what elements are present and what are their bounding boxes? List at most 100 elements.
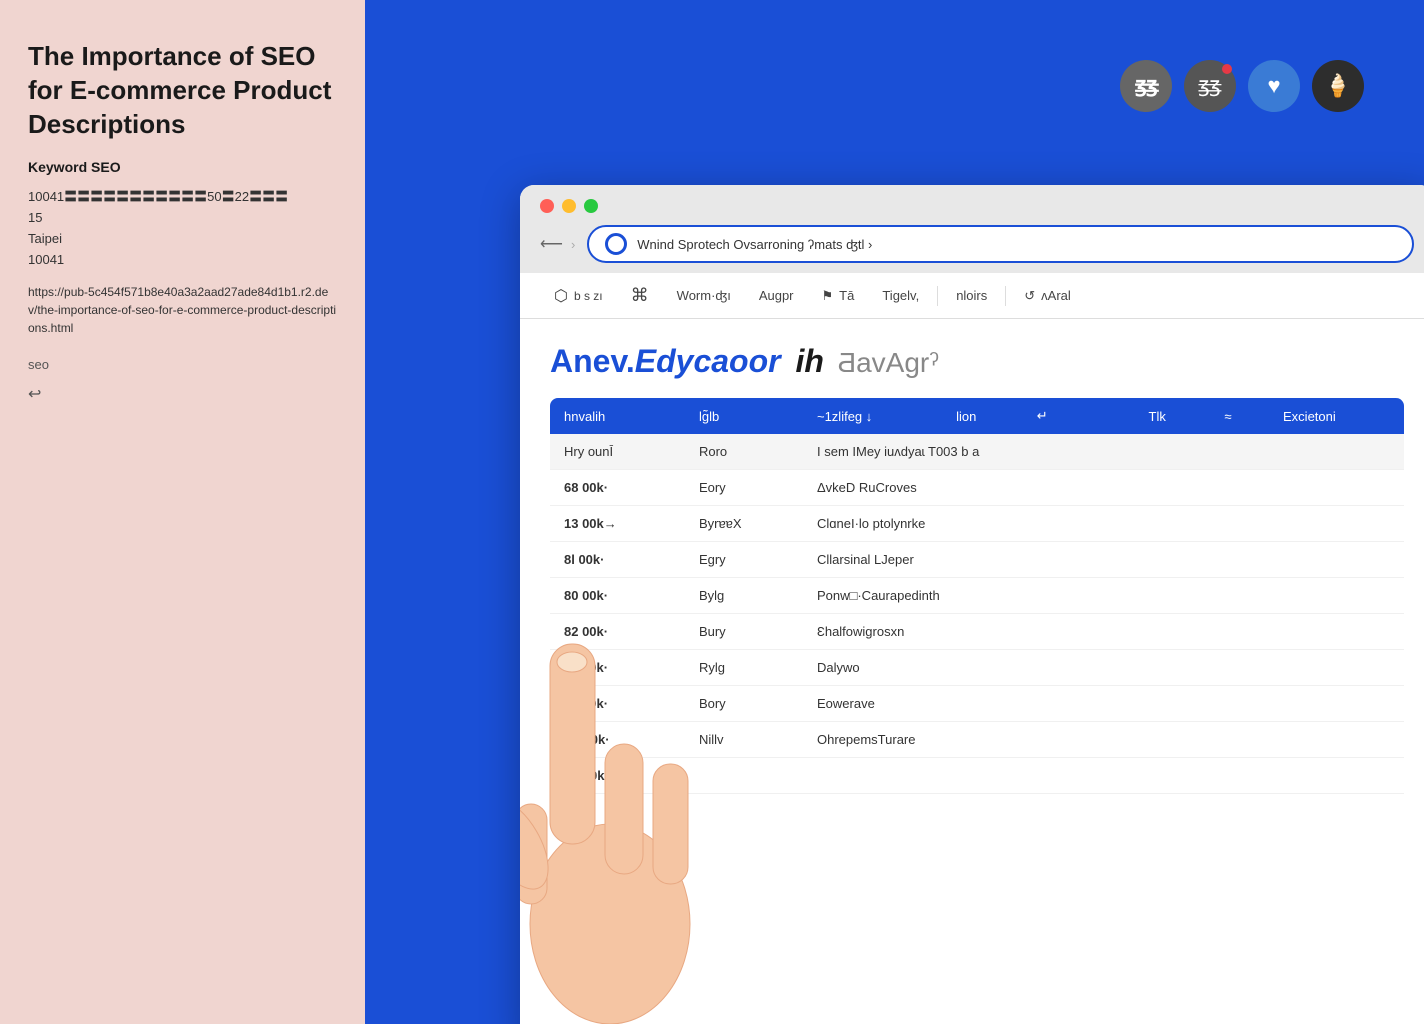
table-row: 32 00k· Bory Eowerave bbox=[550, 686, 1404, 722]
nav-aral-icon: ↺ bbox=[1024, 288, 1035, 304]
share-icon: ⌘ bbox=[631, 285, 649, 306]
cell-col2-5: Bury bbox=[685, 614, 803, 650]
browser-toolbar: ⟵ › Wnind Sprotech Ovsarroning ʔmats ʤtl… bbox=[540, 225, 1414, 273]
th-blank bbox=[1088, 398, 1135, 434]
cell-col3-9 bbox=[803, 758, 1404, 794]
nav-logo-label: b s zı bbox=[574, 289, 603, 303]
cell-volume-6: 17 00k· bbox=[550, 650, 685, 686]
browser-nav-icons: ⟵ › bbox=[540, 234, 575, 254]
deco-icon-1: 🜓 bbox=[1120, 60, 1172, 112]
subheader-hry: Hry ounĪ bbox=[550, 434, 685, 470]
browser-nav-tabs: ⬡ b s zı ⌘ Worm·ʤı Augpr ⚑ Tā Tigelv, nl… bbox=[520, 273, 1424, 319]
main-area: 🜓 🜓 ♥ 🍦 ⟵ › Wnind Sprotech Ovsarroning ʔ… bbox=[365, 0, 1424, 1024]
cell-col3-7: Eowerave bbox=[803, 686, 1404, 722]
cell-col3-5: Ɛhalfowigrosxn bbox=[803, 614, 1404, 650]
traffic-light-red[interactable] bbox=[540, 199, 554, 213]
cell-col2-2: ByrɐɐX bbox=[685, 506, 803, 542]
cell-col2-7: Bory bbox=[685, 686, 803, 722]
nav-worm-label: Worm·ʤı bbox=[677, 288, 731, 303]
deco-icon-2: 🜓 bbox=[1184, 60, 1236, 112]
sidebar-back-icon: ↩ bbox=[28, 384, 337, 404]
cell-volume-7: 32 00k· bbox=[550, 686, 685, 722]
nav-item-tigelv[interactable]: Tigelv, bbox=[868, 276, 933, 315]
address-bar[interactable]: Wnind Sprotech Ovsarroning ʔmats ʤtl › bbox=[587, 225, 1414, 263]
cell-volume-3: 8l 00k· bbox=[550, 542, 685, 578]
cell-col3-1: ΔvkeD RuCroves bbox=[803, 470, 1404, 506]
top-decoration-icons: 🜓 🜓 ♥ 🍦 bbox=[1120, 60, 1364, 112]
cell-col2-4: Bylɡ bbox=[685, 578, 803, 614]
content-heading: Anev.Edycaoor ih ƋavAɡrˀ bbox=[550, 343, 1404, 380]
heading-part2: ih bbox=[787, 343, 824, 380]
cell-volume-1: 68 00k· bbox=[550, 470, 685, 506]
address-text: Wnind Sprotech Ovsarroning ʔmats ʤtl › bbox=[637, 237, 1396, 252]
nav-tigelv-label: Tigelv, bbox=[882, 288, 919, 303]
th-enter: ↵ bbox=[1023, 398, 1088, 434]
cell-col3-4: Ponw□·Caurapedinth bbox=[803, 578, 1404, 614]
table-row: 17 00k· Rylɡ Dalywo bbox=[550, 650, 1404, 686]
deco-icon-4: 🍦 bbox=[1312, 60, 1364, 112]
nav-logo-icon: ⬡ bbox=[554, 286, 568, 306]
traffic-light-yellow[interactable] bbox=[562, 199, 576, 213]
nav-item-worm[interactable]: Worm·ʤı bbox=[663, 276, 745, 315]
nav-item-augpr[interactable]: Augpr bbox=[745, 276, 808, 315]
sidebar-keyword: Keyword SEO bbox=[28, 159, 337, 175]
browser-window: ⟵ › Wnind Sprotech Ovsarroning ʔmats ʤtl… bbox=[520, 185, 1424, 1024]
traffic-light-green[interactable] bbox=[584, 199, 598, 213]
table-row: 80 00k· Bylɡ Ponw□·Caurapedinth bbox=[550, 578, 1404, 614]
cell-col2-8: Nillv bbox=[685, 722, 803, 758]
nav-item-aral[interactable]: ↺ ʌAral bbox=[1010, 276, 1085, 316]
table-body: Hry ounĪ Roro I sem IMey iuʌdyaɩ T003 b … bbox=[550, 434, 1404, 794]
th-excietoni: Excietoni bbox=[1269, 398, 1404, 434]
sidebar-title: The Importance of SEO for E-commerce Pro… bbox=[28, 40, 337, 141]
nav-item-nloirs[interactable]: nloirs bbox=[942, 276, 1001, 315]
table-row: 13 00k→ ByrɐɐX ClɑneI·lo ptolynrke bbox=[550, 506, 1404, 542]
cell-col3-6: Dalywo bbox=[803, 650, 1404, 686]
nav-ta-label: Tā bbox=[839, 288, 854, 303]
nav-item-logo[interactable]: ⬡ b s zı bbox=[540, 274, 617, 318]
address-circle-icon bbox=[605, 233, 627, 255]
table-row: 82 00k· Bury Ɛhalfowigrosxn bbox=[550, 614, 1404, 650]
nav-separator-1 bbox=[937, 286, 938, 306]
table-row: 8F 00k· bbox=[550, 758, 1404, 794]
cell-volume-2: 13 00k→ bbox=[550, 506, 685, 542]
th-hnvalih: hnvalih bbox=[550, 398, 685, 434]
table-header-row: hnvalih lɡ̃lb ~1zlifeg ↓ lion ↵ Tlk ≈ Ex… bbox=[550, 398, 1404, 434]
sidebar: The Importance of SEO for E-commerce Pro… bbox=[0, 0, 365, 1024]
sidebar-tag: seo bbox=[28, 357, 337, 372]
browser-content: Anev.Edycaoor ih ƋavAɡrˀ hnvalih lɡ̃lb ~… bbox=[520, 319, 1424, 1024]
nav-nloirs-label: nloirs bbox=[956, 288, 987, 303]
nav-augpr-label: Augpr bbox=[759, 288, 794, 303]
sidebar-meta: 10041〓〓〓〓〓〓〓〓〓〓〓50〓22〓〓〓 15 Taipei 10041 bbox=[28, 187, 337, 270]
subheader-info: I sem IMey iuʌdyaɩ T003 b a bbox=[803, 434, 1404, 470]
nav-separator-2 bbox=[1005, 286, 1006, 306]
cell-col2-3: Egry bbox=[685, 542, 803, 578]
cell-volume-8: S0 00k· bbox=[550, 722, 685, 758]
cell-col2-6: Rylɡ bbox=[685, 650, 803, 686]
cell-col3-3: Cllarsinal LJeper bbox=[803, 542, 1404, 578]
back-button[interactable]: ⟵ bbox=[540, 234, 563, 254]
cell-volume-9: 8F 00k· bbox=[550, 758, 685, 794]
cell-col2-9 bbox=[685, 758, 803, 794]
th-lgtb: lɡ̃lb bbox=[685, 398, 803, 434]
nav-item-share[interactable]: ⌘ bbox=[617, 273, 663, 318]
heading-part1: Anev.Edycaoor bbox=[550, 343, 781, 380]
table-row: 68 00k· Eory ΔvkeD RuCroves bbox=[550, 470, 1404, 506]
flag-icon: ⚑ bbox=[822, 288, 834, 304]
cell-col3-8: OhrepemsTurare bbox=[803, 722, 1404, 758]
cell-col3-2: ClɑneI·lo ptolynrke bbox=[803, 506, 1404, 542]
sidebar-url: https://pub-5c454f571b8e40a3a2aad27ade84… bbox=[28, 283, 337, 337]
subheader-roro: Roro bbox=[685, 434, 803, 470]
table-row: S0 00k· Nillv OhrepemsTurare bbox=[550, 722, 1404, 758]
heading-part3: ƋavAɡrˀ bbox=[830, 347, 939, 379]
th-tlk: Tlk bbox=[1135, 398, 1211, 434]
deco-icon-3: ♥ bbox=[1248, 60, 1300, 112]
th-lion: lion bbox=[942, 398, 1023, 434]
th-12lifeg: ~1zlifeg ↓ bbox=[803, 398, 942, 434]
cell-volume-4: 80 00k· bbox=[550, 578, 685, 614]
browser-chrome: ⟵ › Wnind Sprotech Ovsarroning ʔmats ʤtl… bbox=[520, 185, 1424, 273]
forward-button[interactable]: › bbox=[571, 237, 575, 252]
nav-item-ta[interactable]: ⚑ Tā bbox=[808, 276, 869, 316]
cell-volume-5: 82 00k· bbox=[550, 614, 685, 650]
table-subheader: Hry ounĪ Roro I sem IMey iuʌdyaɩ T003 b … bbox=[550, 434, 1404, 470]
th-approx: ≈ bbox=[1210, 398, 1269, 434]
